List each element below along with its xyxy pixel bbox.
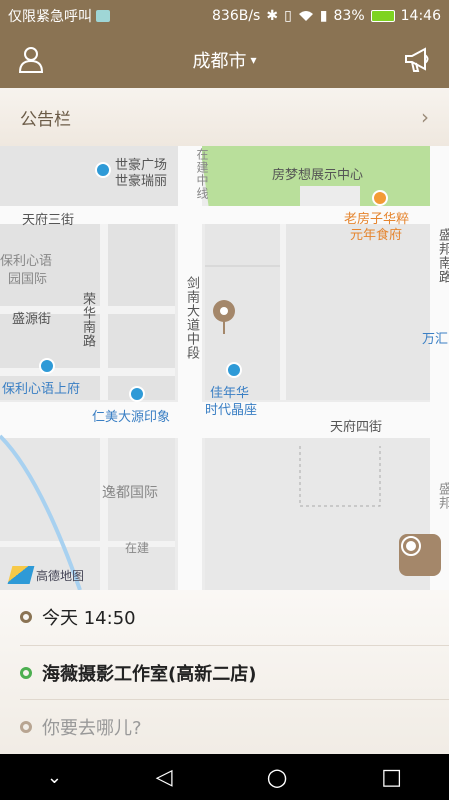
amap-logo-text: 高德地图 <box>36 568 85 583</box>
home-icon[interactable]: ○ <box>267 763 288 791</box>
sim-icon: ▮ <box>319 8 328 24</box>
notice-label: 公告栏 <box>20 109 71 130</box>
amap-logo: 高德地图 <box>7 566 85 584</box>
map-label: 剑南大道中段 <box>184 276 199 360</box>
image-icon <box>96 10 110 22</box>
network-speed: 836B/s <box>212 8 261 24</box>
poi-building-icon <box>39 358 55 374</box>
user-icon[interactable] <box>16 45 46 75</box>
amap-logo-icon <box>7 566 35 584</box>
battery-percent: 83% <box>333 8 365 24</box>
map-label: 保利心语 <box>0 254 53 269</box>
map-label: 保利心语上府 <box>2 382 81 397</box>
map-label: 元年食府 <box>350 228 403 243</box>
map-label: 天府三街 <box>22 213 75 228</box>
time-label: 今天 14:50 <box>42 608 136 629</box>
trip-panel: 今天 14:50 海薇摄影工作室(高新二店) 你要去哪儿? <box>0 590 449 754</box>
map-label: 时代晶座 <box>205 403 258 418</box>
locate-icon <box>401 536 421 556</box>
destination-field[interactable]: 你要去哪儿? <box>0 700 449 754</box>
map-label: 盛邦南路 <box>436 228 449 284</box>
chevron-down-icon[interactable]: ⌄ <box>47 767 62 788</box>
clock: 14:46 <box>400 8 441 24</box>
bluetooth-icon: ✱ <box>266 8 279 24</box>
poi-restaurant-icon <box>372 190 388 206</box>
notice-bar[interactable]: 公告栏 › <box>0 88 449 146</box>
locate-button[interactable] <box>399 534 441 576</box>
map-label: 在建中线 <box>195 148 209 200</box>
map-label: 房梦想展示中心 <box>272 168 364 183</box>
map-label: 荣华南路 <box>80 292 95 348</box>
map-label: 在建 <box>125 541 150 555</box>
carrier-text: 仅限紧急呼叫 <box>8 9 92 25</box>
battery-icon <box>370 10 395 22</box>
city-selector[interactable]: 成都市 ▾ <box>192 47 256 73</box>
system-nav-bar: ⌄ ◁ ○ □ <box>0 754 449 800</box>
app-header: 成都市 ▾ <box>0 32 449 88</box>
city-label: 成都市 <box>192 51 247 72</box>
map-label: 仁美大源印象 <box>92 410 171 425</box>
map-label: 逸都国际 <box>102 485 158 501</box>
poi-building-icon <box>129 386 145 402</box>
poi-shihao-icon <box>95 162 111 178</box>
megaphone-icon[interactable] <box>403 45 433 75</box>
map-view[interactable]: 世豪广场 世豪瑞丽 在建中线 房梦想展示中心 老房子华粹 元年食府 天府三街 保… <box>0 146 449 590</box>
location-pin-icon <box>213 300 235 334</box>
map-label: 盛源街 <box>12 312 52 327</box>
chevron-down-icon: ▾ <box>250 53 257 67</box>
wifi-icon <box>298 11 313 21</box>
map-label: 盛邦 <box>436 482 449 510</box>
origin-field[interactable]: 海薇摄影工作室(高新二店) <box>0 646 449 700</box>
chevron-right-icon: › <box>421 105 429 129</box>
map-label: 园国际 <box>8 272 48 287</box>
time-selector[interactable]: 今天 14:50 <box>0 590 449 644</box>
origin-label: 海薇摄影工作室(高新二店) <box>42 664 257 685</box>
clock-icon <box>20 611 32 623</box>
poi-building-icon <box>226 362 242 378</box>
origin-dot-icon <box>20 667 32 679</box>
map-label: 万汇 <box>422 332 449 347</box>
status-bar: 仅限紧急呼叫 836B/s ✱ ▯ ▮ 83% 14:46 <box>0 0 449 32</box>
recent-apps-icon[interactable]: □ <box>381 765 402 790</box>
destination-placeholder: 你要去哪儿? <box>42 718 142 739</box>
map-label: 世豪瑞丽 <box>115 174 168 189</box>
back-icon[interactable]: ◁ <box>156 765 173 790</box>
map-label: 天府四街 <box>330 420 383 435</box>
destination-dot-icon <box>20 721 32 733</box>
vibrate-icon: ▯ <box>284 8 292 24</box>
